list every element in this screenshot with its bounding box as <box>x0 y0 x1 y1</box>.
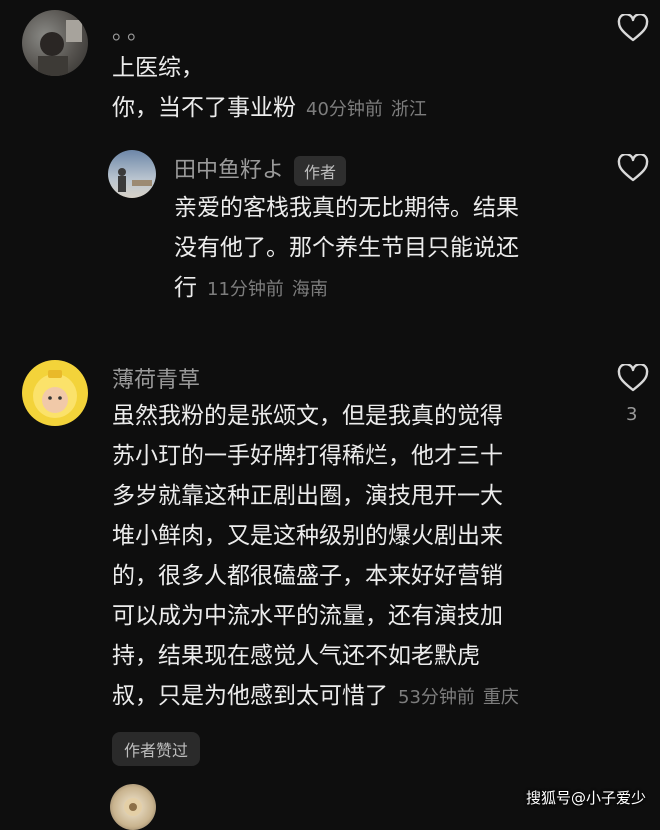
comment-line: 持，结果现在感觉人气还不如老默虎 <box>112 643 480 669</box>
timestamp: 40分钟前 <box>306 99 383 120</box>
comment-text: 虽然我粉的是张颂文，但是我真的觉得 苏小玎的一手好牌打得稀烂，他才三十 多岁就靠… <box>112 396 519 718</box>
username[interactable]: 薄荷青草 <box>112 362 200 394</box>
comment-line: 亲爱的客栈我真的无比期待。结果 <box>174 195 519 221</box>
username-text: 田中鱼籽よ <box>174 158 285 183</box>
comment-line: 叔，只是为他感到太可惜了 53分钟前 重庆 <box>112 683 519 709</box>
location: 海南 <box>291 279 328 300</box>
location: 浙江 <box>390 99 427 120</box>
heart-icon[interactable] <box>617 14 649 42</box>
comment-line: 堆小鲜肉，又是这种级别的爆火剧出来 <box>112 523 503 549</box>
avatar-photo <box>38 20 82 76</box>
location: 重庆 <box>482 687 519 708</box>
avatar-photo <box>118 168 152 192</box>
comment-line: 苏小玎的一手好牌打得稀烂，他才三十 <box>112 443 503 469</box>
heart-icon[interactable] <box>617 154 649 182</box>
avatar-photo <box>124 798 142 816</box>
comment-line: 虽然我粉的是张颂文，但是我真的觉得 <box>112 403 503 429</box>
avatar[interactable] <box>22 10 88 76</box>
comment-line: 的，很多人都很磕盛子，本来好好营销 <box>112 563 503 589</box>
comment-text: 上医综， 你，当不了事业粉 40分钟前 浙江 <box>112 48 427 130</box>
comment-line: 可以成为中流水平的流量，还有演技加 <box>112 603 503 629</box>
username[interactable]: 。。 <box>112 14 153 46</box>
timestamp: 53分钟前 <box>398 687 475 708</box>
avatar[interactable] <box>110 784 156 830</box>
comment-line: 没有他了。那个养生节目只能说还 <box>174 235 519 261</box>
comment-meta: 40分钟前 浙江 <box>306 99 427 120</box>
avatar[interactable] <box>22 360 88 426</box>
comment-line: 行 11分钟前 海南 <box>174 275 328 301</box>
timestamp: 11分钟前 <box>207 279 284 300</box>
heart-icon[interactable] <box>617 364 649 392</box>
author-badge: 作者 <box>294 156 347 186</box>
comment-text: 亲爱的客栈我真的无比期待。结果 没有他了。那个养生节目只能说还 行 11分钟前 海南 <box>174 188 519 310</box>
comment-meta: 53分钟前 重庆 <box>398 687 519 708</box>
avatar[interactable] <box>108 150 156 198</box>
comment-meta: 11分钟前 海南 <box>207 279 328 300</box>
avatar-photo <box>33 370 77 418</box>
like-count: 3 <box>626 404 638 425</box>
watermark: 搜狐号@小子爱少 <box>525 789 646 807</box>
comment-line: 多岁就靠这种正剧出圈，演技甩开一大 <box>112 483 503 509</box>
username[interactable]: 田中鱼籽よ 作者 <box>174 152 347 186</box>
comment-line: 上医综， <box>112 55 204 81</box>
author-liked-tag: 作者赞过 <box>112 732 201 766</box>
comment-line: 你，当不了事业粉 40分钟前 浙江 <box>112 95 427 121</box>
